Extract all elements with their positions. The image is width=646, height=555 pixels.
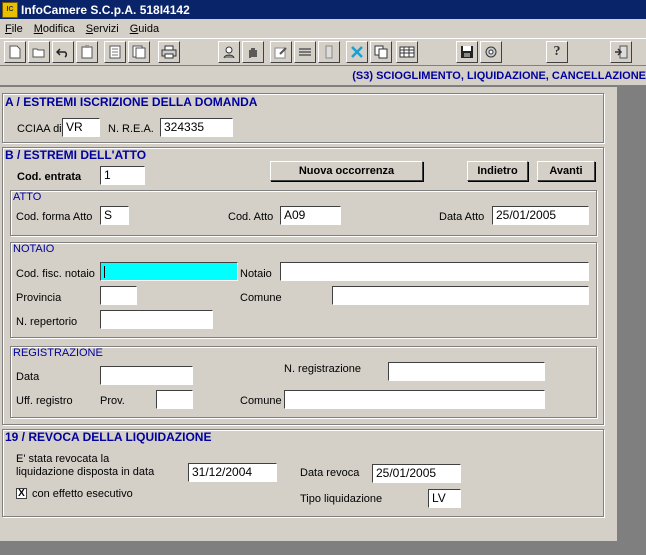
comune-label: Comune (240, 292, 282, 304)
page-icon[interactable] (104, 41, 126, 63)
repertorio-label: N. repertorio (16, 316, 78, 328)
save-icon[interactable] (456, 41, 478, 63)
stack-icon[interactable] (294, 41, 316, 63)
effetto-esecutivo-checkbox[interactable]: X (16, 488, 27, 499)
open-folder-icon[interactable] (28, 41, 50, 63)
notaio-label: Notaio (240, 268, 272, 280)
section-a-title: A / ESTREMI ISCRIZIONE DELLA DOMANDA (5, 95, 258, 109)
rea-field[interactable]: 324335 (160, 118, 233, 137)
nuova-occorrenza-button[interactable]: Nuova occorrenza (270, 161, 423, 181)
comune-field[interactable] (332, 286, 589, 305)
reg-comune-field[interactable] (284, 390, 545, 409)
data-atto-field[interactable]: 25/01/2005 (492, 206, 589, 225)
cod-atto-field[interactable]: A09 (280, 206, 341, 225)
rea-label: N. R.E.A. (108, 123, 154, 135)
revocata-label-line2: liquidazione disposta in data (16, 466, 155, 478)
cciaa-label: CCIAA di (17, 123, 62, 135)
new-doc-icon[interactable] (4, 41, 26, 63)
undo-icon[interactable] (52, 41, 74, 63)
reg-data-field[interactable] (100, 366, 193, 385)
n-registrazione-label: N. registrazione (284, 363, 362, 375)
text-caret (104, 265, 105, 278)
cod-fisc-field[interactable] (100, 262, 238, 281)
provincia-field[interactable] (100, 286, 137, 305)
notaio-title: NOTAIO (13, 243, 55, 255)
reg-comune-label: Comune (240, 395, 282, 407)
section-19-title: 19 / REVOCA DELLA LIQUIDAZIONE (5, 430, 212, 444)
cod-entrata-field[interactable]: 1 (100, 166, 145, 185)
section-b-title: B / ESTREMI DELL'ATTO (5, 148, 147, 162)
indietro-button[interactable]: Indietro (467, 161, 528, 181)
edit-icon[interactable] (270, 41, 292, 63)
menu-servizi[interactable]: Servizi (81, 23, 125, 35)
n-registrazione-field[interactable] (388, 362, 545, 381)
repertorio-field[interactable] (100, 310, 213, 329)
tipo-liquidazione-field[interactable]: LV (428, 489, 461, 508)
provincia-label: Provincia (16, 292, 62, 304)
uff-registro-label: Uff. registro (16, 395, 73, 407)
hand-icon[interactable] (242, 41, 264, 63)
copy-icon[interactable] (370, 41, 392, 63)
cod-forma-label: Cod. forma Atto (16, 211, 93, 223)
menu-modifica[interactable]: Modifica (29, 23, 81, 35)
form-panel: A / ESTREMI ISCRIZIONE DELLA DOMANDA CCI… (0, 87, 617, 541)
title-bar: IC InfoCamere S.C.p.A. 518I4142 (0, 0, 646, 19)
data-atto-label: Data Atto (439, 211, 485, 223)
menu-guida[interactable]: Guida (125, 23, 165, 35)
help-icon[interactable]: ? (546, 41, 568, 63)
copy-page-icon[interactable] (128, 41, 150, 63)
cod-fisc-label: Cod. fisc. notaio (16, 268, 95, 280)
atto-title: ATTO (13, 191, 42, 203)
data-revoca-label: Data revoca (300, 467, 360, 479)
tipo-liquidazione-label: Tipo liquidazione (300, 493, 383, 505)
toolbar: ? (0, 38, 646, 66)
grid-icon[interactable] (396, 41, 418, 63)
cciaa-field[interactable]: VR (62, 118, 100, 137)
print-icon[interactable] (158, 41, 180, 63)
effetto-esecutivo-label: con effetto esecutivo (32, 488, 133, 500)
delete-x-icon[interactable] (346, 41, 368, 63)
form-title: (S3) SCIOGLIMENTO, LIQUIDAZIONE, CANCELL… (0, 66, 646, 86)
settings-icon[interactable] (480, 41, 502, 63)
revocata-label-line1: E' stata revocata la (16, 453, 110, 465)
notaio-field[interactable] (280, 262, 589, 281)
cod-forma-field[interactable]: S (100, 206, 129, 225)
app-logo-icon: IC (2, 1, 18, 18)
window-title: InfoCamere S.C.p.A. 518I4142 (21, 2, 190, 17)
data-revoca-field[interactable]: 25/01/2005 (372, 464, 461, 483)
exit-icon[interactable] (610, 41, 632, 63)
registrazione-title: REGISTRAZIONE (13, 347, 103, 359)
clipboard-icon[interactable] (76, 41, 98, 63)
menu-bar: File Modifica Servizi Guida (0, 19, 646, 38)
reg-prov-field[interactable] (156, 390, 193, 409)
reg-prov-label: Prov. (100, 395, 125, 407)
tag-icon[interactable] (318, 41, 340, 63)
avanti-button[interactable]: Avanti (537, 161, 595, 181)
revocata-date-field[interactable]: 31/12/2004 (188, 463, 277, 482)
person-search-icon[interactable] (218, 41, 240, 63)
reg-data-label: Data (16, 371, 40, 383)
cod-atto-label: Cod. Atto (228, 211, 274, 223)
menu-file[interactable]: File (0, 23, 29, 35)
cod-entrata-label: Cod. entrata (17, 171, 82, 183)
